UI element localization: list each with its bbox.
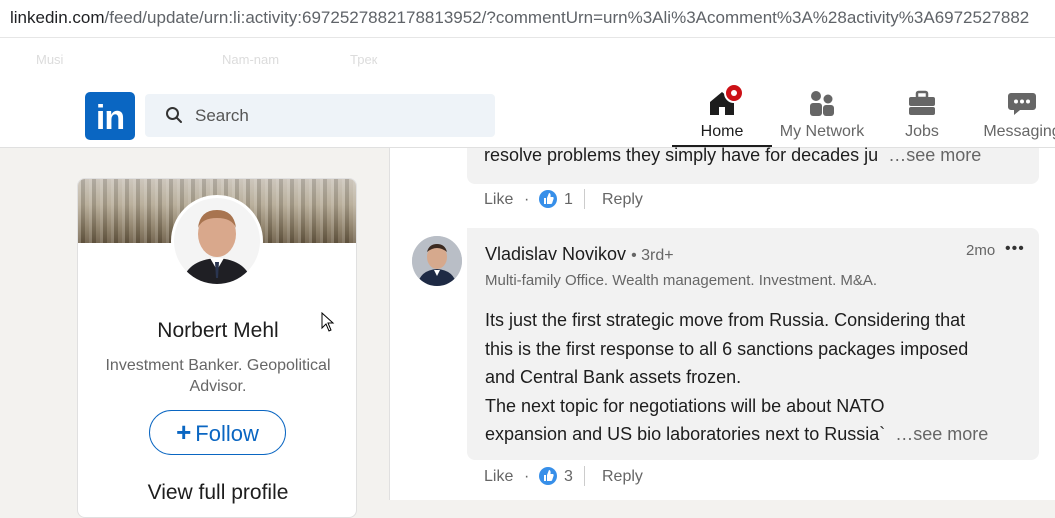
- messaging-icon: [1006, 87, 1038, 119]
- divider: [584, 466, 585, 486]
- comment-actions: Like · 3 Reply: [484, 466, 684, 490]
- comment-bubble: resolve problems they simply have for de…: [467, 145, 1039, 184]
- commenter-headline: Multi-family Office. Wealth management. …: [485, 272, 878, 289]
- nav-jobs-label: Jobs: [905, 123, 939, 140]
- search-box[interactable]: [145, 94, 495, 137]
- linkedin-logo[interactable]: in: [85, 92, 135, 140]
- profile-headline: Investment Banker. Geopolitical Advisor.: [105, 357, 331, 395]
- comment-line: this is the first response to all 6 sanc…: [485, 338, 969, 359]
- search-input[interactable]: [195, 102, 475, 130]
- follow-label: Follow: [195, 421, 259, 446]
- comment-timestamp: 2mo: [966, 242, 996, 259]
- profile-name[interactable]: Norbert Mehl: [78, 319, 356, 343]
- profile-card: Norbert Mehl Investment Banker. Geopolit…: [77, 178, 357, 518]
- bookmarks-bar: Musi Nam-nam Трек: [0, 38, 1055, 82]
- nav-jobs[interactable]: Jobs: [872, 87, 972, 147]
- view-full-profile-link[interactable]: View full profile: [78, 481, 356, 505]
- connection-degree: • 3rd+: [631, 247, 674, 264]
- comment-line: The next topic for negotiations will be …: [485, 395, 885, 416]
- search-icon: [166, 107, 182, 123]
- url-text[interactable]: linkedin.com/feed/update/urn:li:activity…: [10, 8, 1029, 28]
- see-more-link[interactable]: …see more: [888, 145, 981, 165]
- comment-line: and Central Bank assets frozen.: [485, 367, 742, 387]
- bookmark-item[interactable]: Nam-nam: [222, 52, 279, 67]
- browser-url-bar[interactable]: linkedin.com/feed/update/urn:li:activity…: [0, 0, 1055, 38]
- like-button[interactable]: Like: [484, 468, 513, 486]
- commenter-name[interactable]: Vladislav Novikov: [485, 244, 626, 264]
- nav-messaging-label: Messaging: [983, 123, 1055, 140]
- url-path: /feed/update/urn:li:activity:69725278821…: [104, 8, 1030, 27]
- separator-dot: ·: [524, 468, 530, 485]
- divider: [584, 189, 585, 209]
- briefcase-icon: [906, 87, 938, 119]
- home-icon: [706, 83, 744, 119]
- url-domain: linkedin.com: [10, 8, 105, 27]
- more-options-icon[interactable]: •••: [1005, 240, 1025, 258]
- like-button[interactable]: Like: [484, 191, 513, 209]
- network-icon: [806, 87, 838, 119]
- mouse-cursor-icon: [321, 312, 335, 332]
- comment-actions: Like · 1 Reply: [484, 189, 684, 213]
- comment-body: resolve problems they simply have for de…: [484, 145, 879, 165]
- nav-home-label: Home: [700, 123, 744, 140]
- follow-button[interactable]: + Follow: [149, 410, 286, 455]
- comment-line: Its just the first strategic move from R…: [485, 310, 966, 330]
- nav-home[interactable]: Home: [672, 83, 772, 147]
- separator-dot: ·: [524, 191, 530, 208]
- comment-bubble: Vladislav Novikov • 3rd+ 2mo ••• Multi-f…: [467, 228, 1039, 460]
- reaction-count[interactable]: 1: [564, 191, 573, 209]
- nav-my-network[interactable]: My Network: [772, 87, 872, 147]
- reply-button[interactable]: Reply: [602, 468, 643, 486]
- like-reaction-icon: [539, 190, 557, 208]
- column-divider: [389, 148, 390, 500]
- comment-body: Its just the first strategic move from R…: [485, 306, 1025, 449]
- bookmark-item[interactable]: Musi: [36, 52, 63, 67]
- reply-button[interactable]: Reply: [602, 191, 643, 209]
- comment-line: expansion and US bio laboratories next t…: [485, 424, 886, 444]
- see-more-link[interactable]: …see more: [895, 424, 988, 444]
- nav-my-network-label: My Network: [779, 123, 865, 140]
- nav-messaging[interactable]: Messaging: [972, 87, 1055, 147]
- commenter-name-line: Vladislav Novikov • 3rd+: [485, 244, 674, 265]
- plus-icon: +: [176, 417, 192, 447]
- like-reaction-icon: [539, 467, 557, 485]
- bookmark-item[interactable]: Трек: [350, 52, 377, 67]
- notification-badge: [724, 83, 744, 103]
- comment-last-line: expansion and US bio laboratories next t…: [485, 420, 1025, 449]
- reaction-count[interactable]: 3: [564, 468, 573, 486]
- comment-text: resolve problems they simply have for de…: [484, 145, 981, 166]
- profile-avatar[interactable]: [171, 195, 263, 287]
- commenter-avatar[interactable]: [412, 236, 462, 286]
- linkedin-navbar: in Home My Network: [0, 82, 1055, 148]
